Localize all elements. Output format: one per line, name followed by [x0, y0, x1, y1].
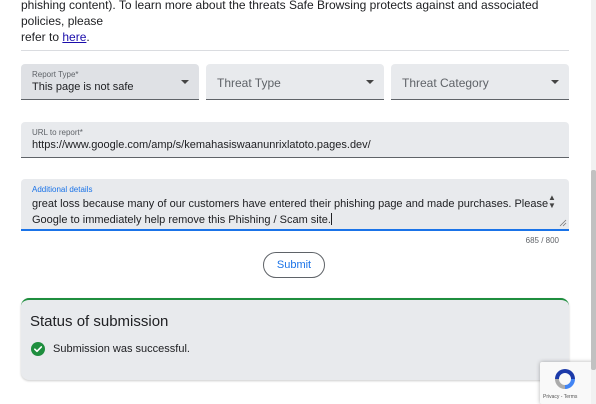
resize-handle-icon[interactable]	[559, 219, 567, 227]
dropdown-arrow-icon	[551, 80, 559, 84]
status-card: Status of submission Submission was succ…	[21, 298, 569, 380]
report-type-value: This page is not safe	[32, 81, 134, 93]
status-row: Submission was successful.	[31, 342, 190, 356]
check-circle-icon	[31, 342, 45, 356]
recaptcha-icon	[555, 369, 575, 389]
details-value: great loss because many of our customers…	[32, 198, 549, 226]
intro-line-1: phishing content). To learn more about t…	[21, 0, 539, 28]
recaptcha-links[interactable]: Privacy - Terms	[543, 394, 577, 400]
scroll-spinner-icon[interactable]: ▲ ▼	[547, 194, 557, 210]
here-link[interactable]: here	[62, 30, 86, 44]
additional-details-textarea[interactable]: Additional details great loss because ma…	[21, 179, 569, 231]
url-input[interactable]: URL to report* https://www.google.com/am…	[21, 122, 569, 158]
intro-text: phishing content). To learn more about t…	[21, 0, 573, 45]
dropdown-arrow-icon	[181, 80, 189, 84]
recaptcha-badge[interactable]: Privacy - Terms	[540, 362, 596, 404]
threat-category-select[interactable]: Threat Category	[391, 64, 569, 100]
details-label: Additional details	[32, 185, 93, 194]
status-title: Status of submission	[30, 313, 169, 330]
report-type-label: Report Type*	[32, 70, 79, 79]
threat-type-placeholder: Threat Type	[217, 76, 281, 90]
text-caret	[330, 213, 332, 225]
dropdown-arrow-icon	[366, 80, 374, 84]
scrollbar-thumb[interactable]	[591, 170, 596, 370]
url-value: https://www.google.com/amp/s/kemahasiswa…	[32, 139, 371, 151]
submit-button[interactable]: Submit	[263, 252, 325, 278]
page-scrollbar[interactable]	[591, 0, 596, 404]
threat-type-select[interactable]: Threat Type	[206, 64, 384, 100]
report-type-select[interactable]: Report Type* This page is not safe	[21, 64, 199, 100]
divider	[21, 50, 569, 51]
intro-line-2: refer to here.	[21, 30, 90, 44]
url-label: URL to report*	[32, 128, 83, 137]
character-counter: 685 / 800	[525, 236, 559, 245]
threat-category-placeholder: Threat Category	[402, 76, 489, 90]
status-message: Submission was successful.	[53, 343, 190, 355]
